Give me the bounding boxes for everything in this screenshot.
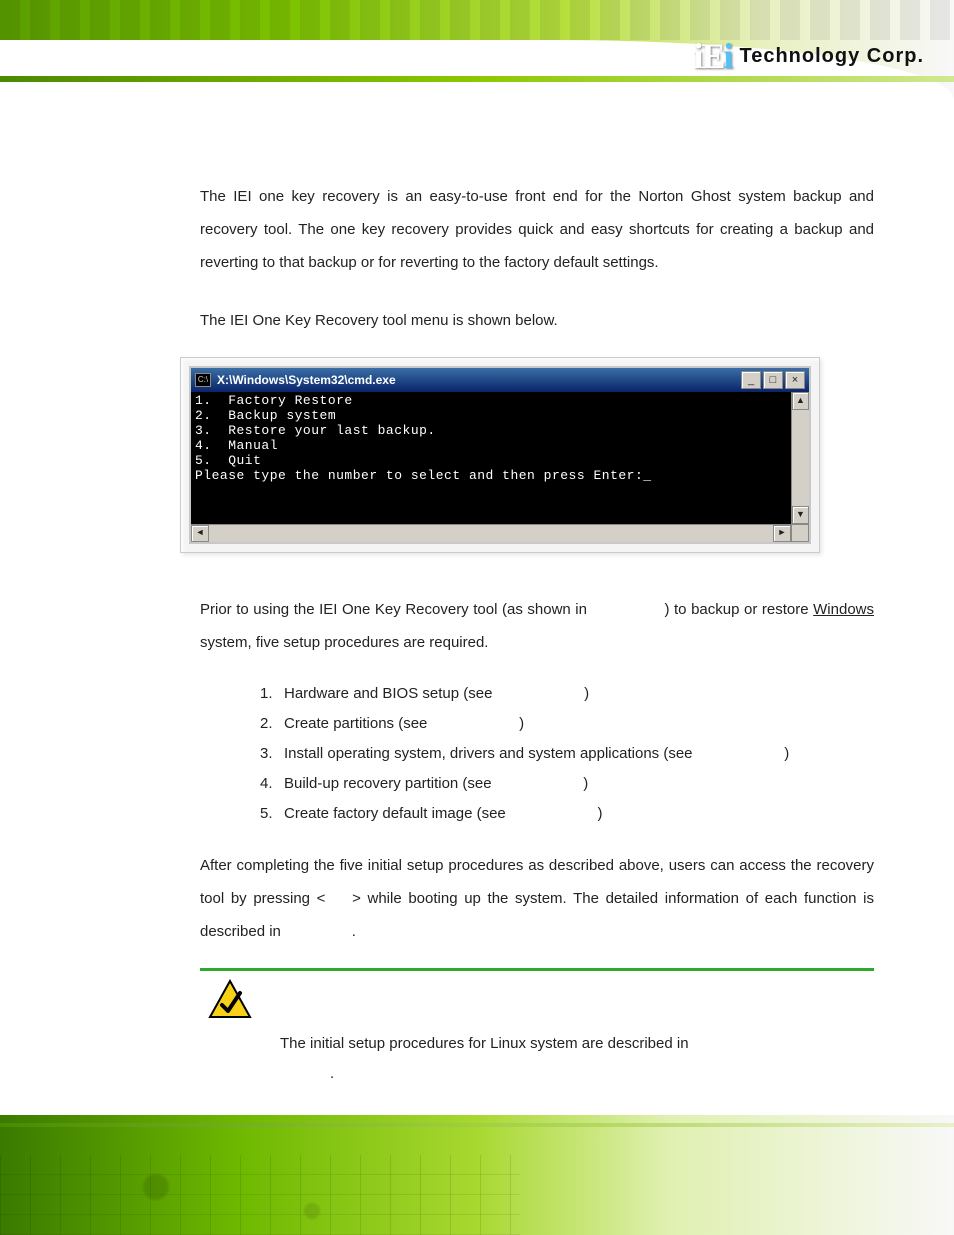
list-item: 3.Install operating system, drivers and … xyxy=(260,739,874,769)
header-banner: ® iEi Technology Corp. xyxy=(0,0,954,100)
prior-paragraph: Prior to using the IEI One Key Recovery … xyxy=(200,593,874,659)
logo-subtitle: Technology Corp. xyxy=(739,45,924,68)
maximize-button[interactable]: □ xyxy=(763,371,783,389)
list-item: 5.Create factory default image (see ) xyxy=(260,799,874,829)
prior-prefix: Prior to using the IEI One Key Recovery … xyxy=(200,601,592,618)
cmd-line: 4. Manual xyxy=(195,438,278,453)
step-number: 1. xyxy=(260,679,284,709)
list-item: 4.Build-up recovery partition (see ) xyxy=(260,769,874,799)
step-close: ) xyxy=(519,715,524,732)
windows-underline: Windows xyxy=(813,601,874,618)
menu-shown-line: The IEI One Key Recovery tool menu is sh… xyxy=(200,304,874,337)
step-number: 2. xyxy=(260,709,284,739)
prior-mid: ) to backup or restore xyxy=(664,601,813,618)
note-rule-top xyxy=(200,968,874,971)
list-item: 1.Hardware and BIOS setup (see ) xyxy=(260,679,874,709)
scroll-left-icon[interactable]: ◄ xyxy=(191,525,209,542)
step-close: ) xyxy=(583,775,588,792)
cmd-vertical-scrollbar[interactable]: ▲ ▼ xyxy=(791,392,809,524)
cmd-title: X:\Windows\System32\cmd.exe xyxy=(217,367,735,393)
note-text: The initial setup procedures for Linux s… xyxy=(280,1035,689,1052)
cmd-window-buttons: _ □ × xyxy=(741,371,805,389)
after-paragraph: After completing the five initial setup … xyxy=(200,849,874,948)
note-box: The initial setup procedures for Linux s… xyxy=(200,968,874,1106)
scroll-right-icon[interactable]: ► xyxy=(773,525,791,542)
step-close: ) xyxy=(597,805,602,822)
cmd-line: Please type the number to select and the… xyxy=(195,468,652,483)
step-text: Create factory default image (see xyxy=(284,805,510,822)
logo-text: iEi xyxy=(693,35,731,77)
after-end: . xyxy=(352,923,356,940)
cmd-output: 1. Factory Restore 2. Backup system 3. R… xyxy=(191,392,791,524)
step-text: Hardware and BIOS setup (see xyxy=(284,685,497,702)
step-number: 3. xyxy=(260,739,284,769)
step-close: ) xyxy=(784,745,789,762)
close-button[interactable]: × xyxy=(785,371,805,389)
prior-suffix: system, five setup procedures are requir… xyxy=(200,634,488,651)
list-item: 2.Create partitions (see ) xyxy=(260,709,874,739)
note-end: . xyxy=(330,1065,334,1082)
cmd-line: 5. Quit xyxy=(195,453,261,468)
cmd-line: 2. Backup system xyxy=(195,408,336,423)
cmd-line: 1. Factory Restore xyxy=(195,393,353,408)
step-text: Build-up recovery partition (see xyxy=(284,775,496,792)
intro-paragraph: The IEI one key recovery is an easy-to-u… xyxy=(200,180,874,279)
cmd-icon: C:\ xyxy=(195,373,211,387)
minimize-button[interactable]: _ xyxy=(741,371,761,389)
step-text: Install operating system, drivers and sy… xyxy=(284,745,697,762)
cmd-screenshot-frame: C:\ X:\Windows\System32\cmd.exe _ □ × 1.… xyxy=(180,357,820,553)
step-number: 4. xyxy=(260,769,284,799)
logo-block: ® iEi Technology Corp. xyxy=(675,35,924,77)
cmd-window: C:\ X:\Windows\System32\cmd.exe _ □ × 1.… xyxy=(189,366,811,544)
note-icon xyxy=(208,979,252,1019)
scroll-down-icon[interactable]: ▼ xyxy=(792,506,809,524)
cmd-horizontal-scrollbar[interactable]: ◄ ► xyxy=(191,524,791,542)
cmd-line: 3. Restore your last backup. xyxy=(195,423,436,438)
step-number: 5. xyxy=(260,799,284,829)
cmd-titlebar: C:\ X:\Windows\System32\cmd.exe _ □ × xyxy=(191,368,809,392)
registered-mark: ® xyxy=(675,48,685,64)
footer-banner xyxy=(0,1115,954,1235)
setup-steps-list: 1.Hardware and BIOS setup (see ) 2.Creat… xyxy=(200,679,874,829)
document-body: The IEI one key recovery is an easy-to-u… xyxy=(0,100,954,1134)
step-text: Create partitions (see xyxy=(284,715,432,732)
step-close: ) xyxy=(584,685,589,702)
note-text-block: The initial setup procedures for Linux s… xyxy=(200,1023,874,1095)
footer-circuit-texture xyxy=(0,1155,520,1235)
scrollbar-corner xyxy=(791,524,809,542)
scroll-up-icon[interactable]: ▲ xyxy=(792,392,809,410)
cmd-body-wrap: 1. Factory Restore 2. Backup system 3. R… xyxy=(191,392,809,524)
